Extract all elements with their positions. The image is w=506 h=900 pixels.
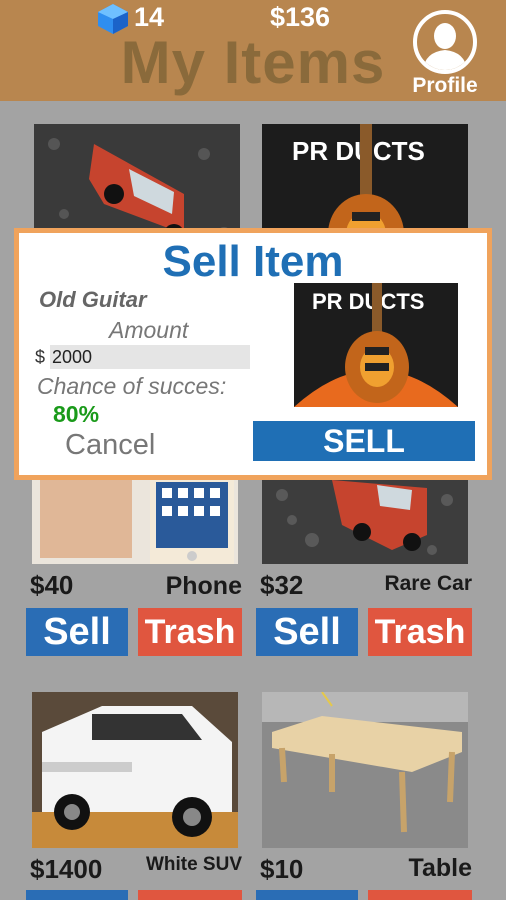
table-photo[interactable] [262,692,468,848]
svg-text:PR DUCTS: PR DUCTS [312,289,424,314]
trash-button[interactable] [368,890,472,900]
trash-button[interactable]: Trash [138,608,242,656]
sell-button[interactable]: Sell [26,608,128,656]
item-price: $10 [260,854,304,884]
profile-button[interactable]: Profile [408,8,482,100]
item-name: Phone [165,572,242,600]
sell-button[interactable] [256,890,358,900]
chance-value: 80% [53,401,100,427]
sell-confirm-button[interactable]: SELL [253,421,475,461]
sell-item-dialog: Sell Item Old Guitar Amount $ Chance of … [14,228,492,480]
dialog-title: Sell Item [162,237,344,286]
header-bar: 14 $136 My Items Profile [0,0,506,101]
sell-button[interactable] [26,890,128,900]
currency-symbol: $ [35,347,46,367]
svg-text:PR DUCTS: PR DUCTS [292,136,425,166]
profile-label: Profile [412,74,478,97]
item-name: Table [408,854,472,882]
suv-photo[interactable] [32,692,238,848]
guitar-photo: PR DUCTS [294,283,458,407]
amount-input[interactable] [50,345,250,369]
sell-button[interactable]: Sell [256,608,358,656]
selected-item-name: Old Guitar [39,287,147,312]
user-avatar-icon [413,10,477,74]
item-name: Rare Car [384,572,472,595]
phone-photo[interactable] [32,480,238,564]
item-price: $32 [260,570,304,600]
chance-label: Chance of succes: [37,373,227,399]
item-price: $1400 [30,854,103,884]
trash-button[interactable] [138,890,242,900]
item-price: $40 [30,570,74,600]
item-name: White SUV [145,854,242,875]
trash-button[interactable]: Trash [368,608,472,656]
amount-label: Amount [109,317,189,343]
cancel-button[interactable]: Cancel [65,429,155,462]
toy-car-photo[interactable] [262,480,468,564]
